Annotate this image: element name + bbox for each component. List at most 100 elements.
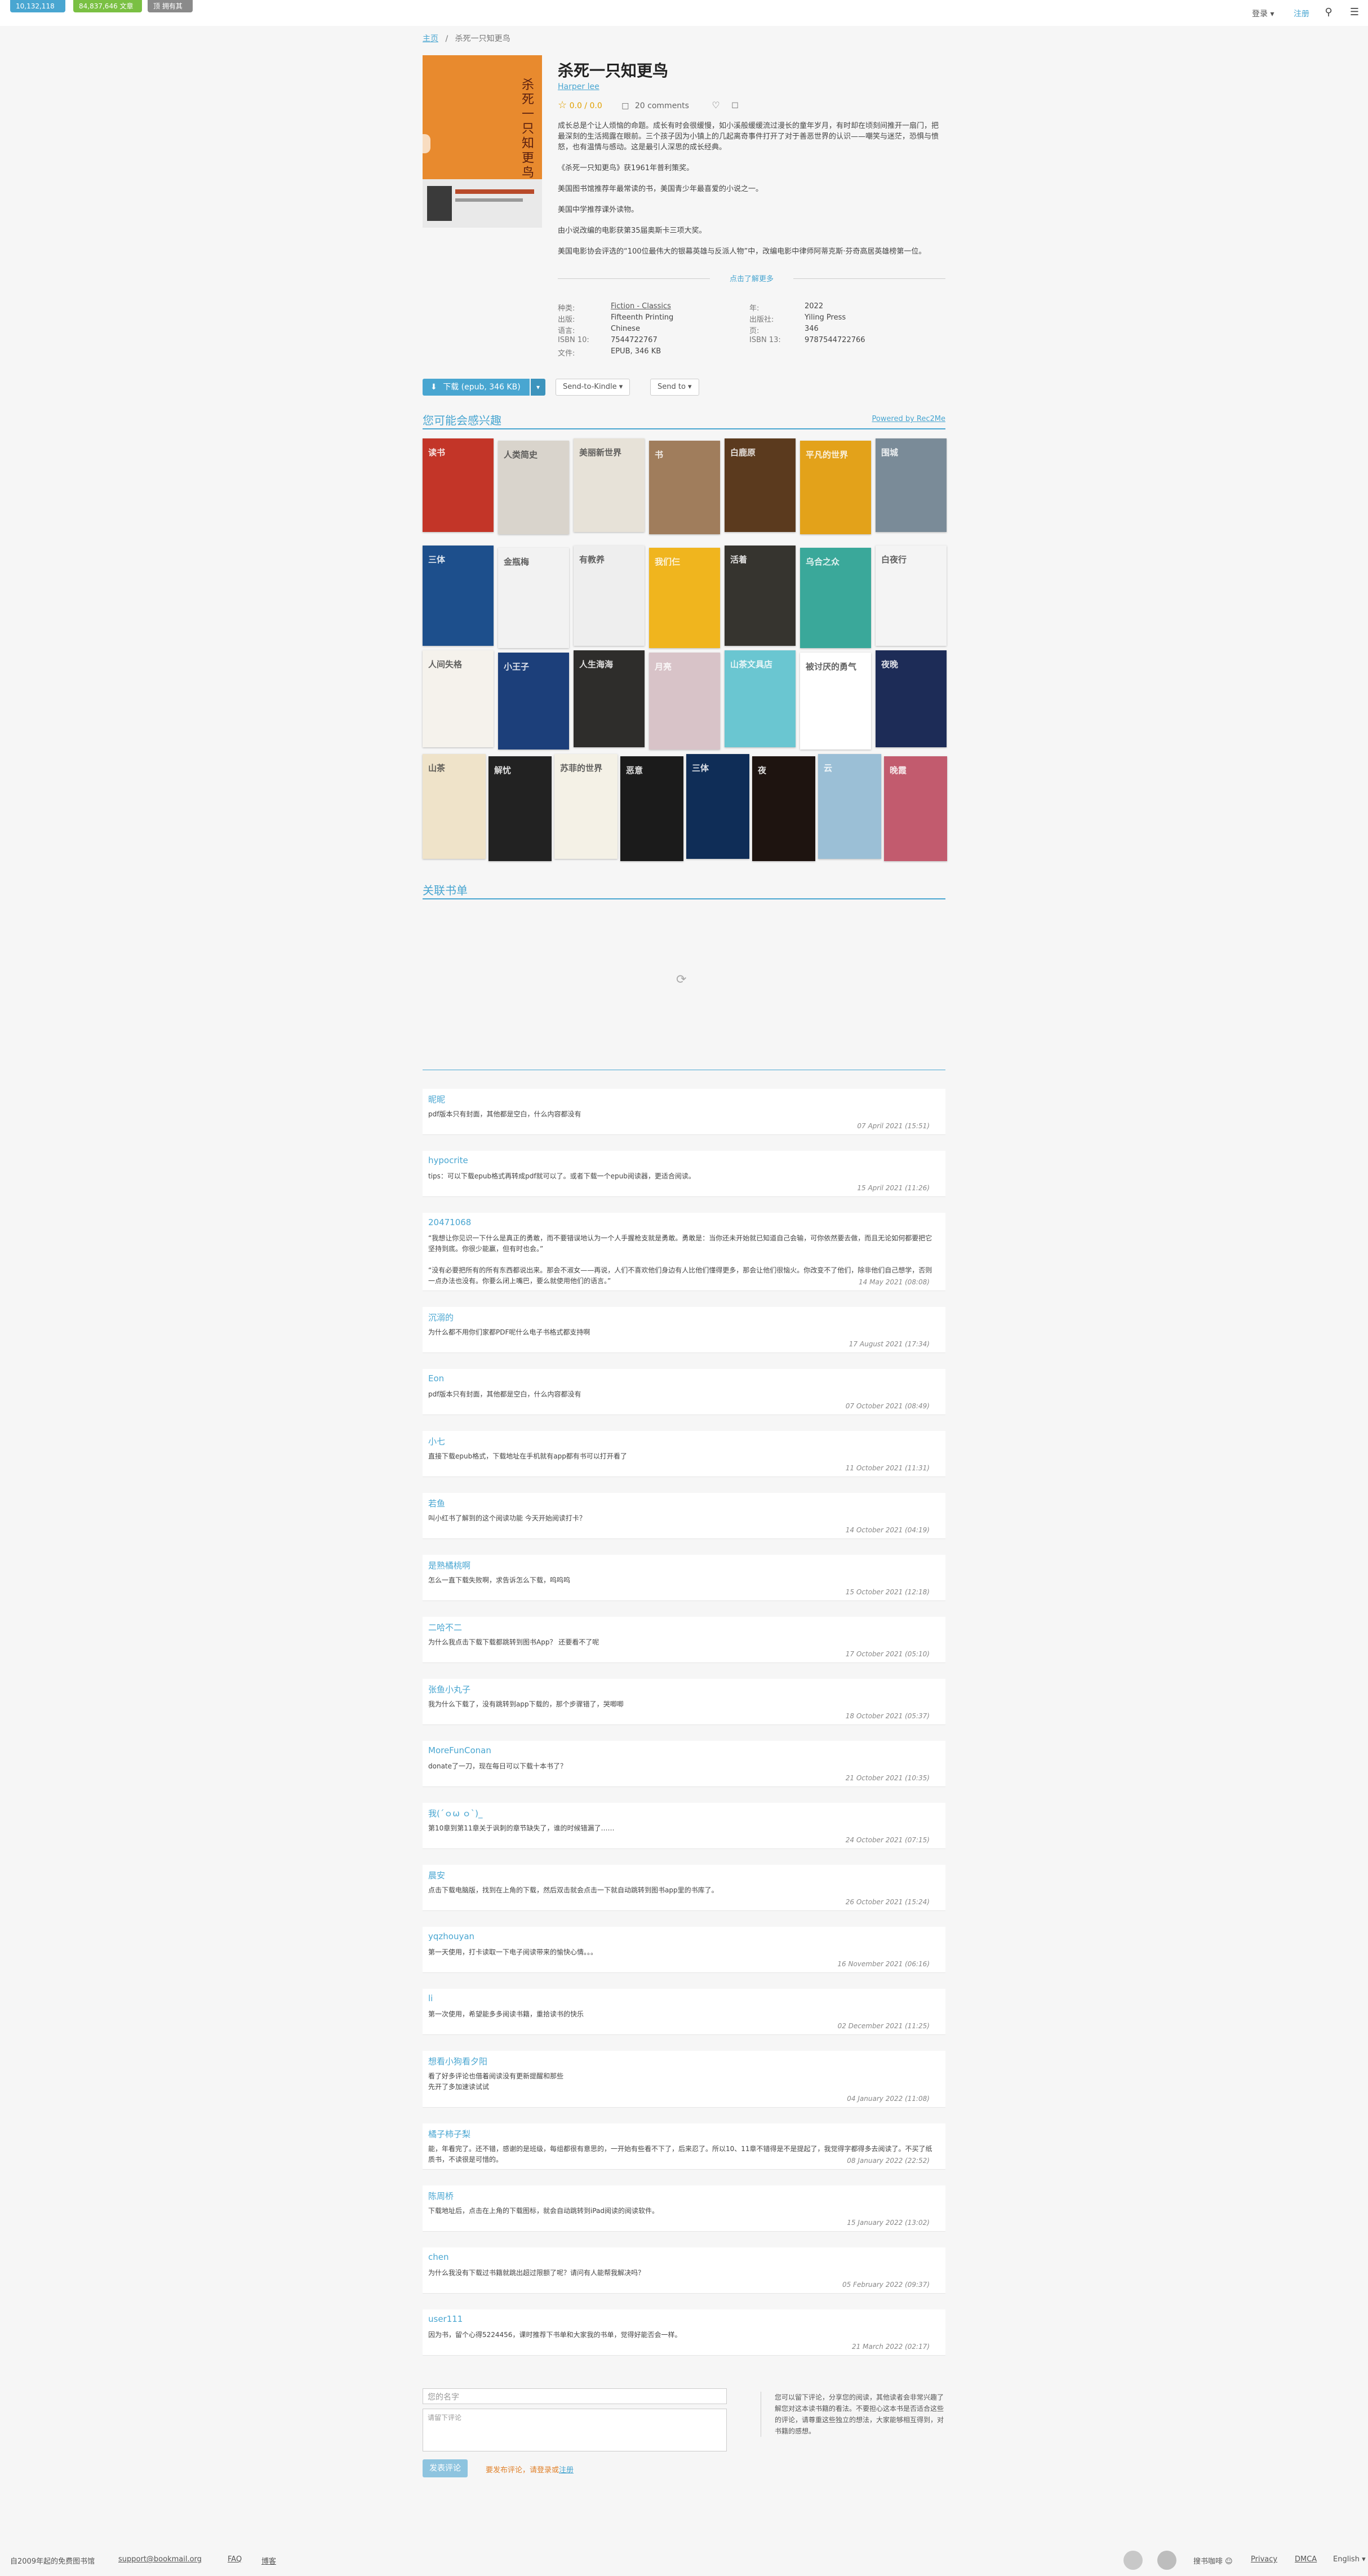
name-input[interactable]: 您的名字: [423, 2388, 727, 2404]
articles-count-badge[interactable]: 84,837,646 文章: [73, 0, 142, 12]
footer-faq-link[interactable]: FAQ: [228, 2555, 242, 2564]
recommended-book[interactable]: 恶意: [620, 756, 683, 861]
recommended-book[interactable]: 人间失格: [423, 650, 494, 747]
theme-toggle-icon[interactable]: [1157, 2551, 1176, 2570]
recommended-book[interactable]: 活着: [725, 546, 796, 646]
menu-icon[interactable]: ☰: [1349, 7, 1360, 18]
recommended-book[interactable]: 我们仨: [649, 548, 720, 648]
register-link[interactable]: 注册: [1294, 8, 1309, 19]
recommended-book[interactable]: 人生海海: [574, 650, 645, 747]
star-icon[interactable]: ☆: [558, 99, 567, 111]
comment-user-link[interactable]: 是熟橘桃啊: [428, 1559, 470, 1571]
recommended-book[interactable]: 月亮: [649, 653, 720, 750]
comment-user-link[interactable]: 想看小狗看夕阳: [428, 2055, 487, 2067]
recommended-book-title: 人类简史: [504, 450, 538, 460]
comment-user-link[interactable]: 二哈不二: [428, 1621, 462, 1633]
recommended-book[interactable]: 山茶文具店: [725, 650, 796, 747]
comment-user-link[interactable]: 若鱼: [428, 1497, 445, 1509]
comment-user-link[interactable]: user111: [428, 2314, 463, 2324]
recommended-book[interactable]: 三体: [423, 546, 494, 646]
prop-category-value[interactable]: Fiction - Classics: [611, 302, 671, 311]
recommended-book[interactable]: 被讨厌的勇气: [800, 653, 871, 750]
comment-textarea[interactable]: 请留下评论: [423, 2409, 727, 2451]
recommended-book[interactable]: 读书: [423, 438, 494, 532]
footer-dmca-link[interactable]: DMCA: [1295, 2555, 1317, 2564]
download-button[interactable]: ⬇ 下载 (epub, 346 KB): [423, 379, 530, 396]
booklists-title: 关联书单: [423, 884, 468, 897]
comment-user-link[interactable]: 20471068: [428, 1217, 471, 1227]
recommended-book[interactable]: 白夜行: [876, 546, 947, 646]
recommended-book[interactable]: 夜: [752, 756, 815, 861]
comment-user-link[interactable]: 晨安: [428, 1869, 445, 1881]
recommended-book[interactable]: 人类简史: [498, 441, 569, 534]
recommended-book[interactable]: 苏菲的世界: [554, 754, 618, 859]
github-icon[interactable]: [1123, 2551, 1143, 2570]
recommended-book[interactable]: 山茶: [423, 754, 486, 859]
recommended-book[interactable]: 云: [818, 754, 881, 859]
comment-user-link[interactable]: 张鱼小丸子: [428, 1683, 470, 1695]
recommended-book-title: 山茶: [428, 763, 446, 773]
books-count-badge[interactable]: 10,132,118 书: [10, 0, 65, 23]
recommended-book[interactable]: 平凡的世界: [800, 441, 871, 534]
cover-expand-tab[interactable]: [423, 134, 430, 153]
comment-user-link[interactable]: 小七: [428, 1435, 445, 1447]
recommended-book[interactable]: 书: [649, 441, 720, 534]
comment-text: 为什么我没有下载过书籍就跳出超过限额了呢？请问有人能帮我解决吗？: [428, 2269, 645, 2277]
recommended-book[interactable]: 夜晚: [876, 650, 947, 747]
recommended-book[interactable]: 有教养: [574, 546, 645, 646]
recommended-book[interactable]: 乌合之众: [800, 548, 871, 648]
recommended-book[interactable]: 小王子: [498, 653, 569, 750]
footer-privacy-link[interactable]: Privacy: [1251, 2555, 1277, 2564]
recommended-book[interactable]: 金瓶梅: [498, 548, 569, 648]
comments-count[interactable]: 20 comments: [635, 101, 689, 110]
heart-icon[interactable]: ♡: [712, 100, 719, 110]
powered-by-link[interactable]: Powered by Rec2Me: [872, 415, 945, 423]
extra-badge[interactable]: 顶 拥有其他: [148, 0, 193, 23]
recommended-book[interactable]: 解忧: [488, 756, 552, 861]
comment-user-link[interactable]: 我(´ｏω ｏ`)_: [428, 1807, 483, 1819]
comment-item: 小七 直接下载epub格式，下载地址在手机就有app都有书可以打开看了 11 Oct…: [423, 1431, 945, 1477]
comment-item: 橘子柿子梨 能，年看完了。还不错，感谢的是班级，每组都很有意思的，一开始有些看不下…: [423, 2123, 945, 2170]
comment-user-link[interactable]: chen: [428, 2252, 449, 2262]
recommended-book[interactable]: 白鹿原: [725, 438, 796, 532]
prop-file-label: 文件:: [558, 349, 575, 358]
recommended-book-title: 金瓶梅: [504, 557, 530, 567]
footer-blog-link[interactable]: 博客: [261, 2555, 276, 2566]
comment-item: 沉溺的 为什么都不用你们家都PDF呢什么电子书格式都支持啊 17 August 20…: [423, 1307, 945, 1353]
comment-user-link[interactable]: 橘子柿子梨: [428, 2128, 470, 2140]
recommended-book-title: 围城: [881, 447, 899, 458]
book-title: 杀死一只知更鸟: [558, 61, 669, 80]
rating-value: 0.0 / 0.0: [569, 101, 602, 110]
recommended-book[interactable]: 美丽新世界: [574, 438, 645, 532]
recommended-book-title: 人间失格: [428, 659, 463, 670]
comment-date: 02 December 2021 (11:25): [837, 2022, 930, 2030]
comment-user-link[interactable]: MoreFunConan: [428, 1745, 491, 1755]
footer-language-select[interactable]: English ▾: [1333, 2555, 1366, 2564]
footer-email-link[interactable]: support@bookmail.org: [118, 2555, 202, 2564]
prop-language-label: 语言:: [558, 327, 575, 335]
comment-user-link[interactable]: yqzhouyan: [428, 1931, 474, 1941]
recommended-book[interactable]: 围城: [876, 438, 947, 532]
download-dropdown-button[interactable]: ▾: [531, 379, 545, 396]
breadcrumb-separator: /: [445, 34, 448, 43]
comment-user-link[interactable]: 沉溺的: [428, 1311, 454, 1323]
comment-user-link[interactable]: 陈周桥: [428, 2190, 454, 2202]
send-to-button[interactable]: Send to ▾: [650, 379, 699, 396]
comment-user-link[interactable]: hypocrite: [428, 1155, 468, 1165]
book-cover[interactable]: 杀死一只知更鸟: [423, 55, 542, 228]
recommended-book[interactable]: 晚霞: [884, 756, 947, 861]
footer-extra[interactable]: 搜书咖啡 ☺: [1193, 2555, 1233, 2566]
description-paragraph: 美国电影协会评选的“100位最伟大的银幕英雄与反派人物”中，改编电影中律师阿蒂克…: [558, 247, 926, 256]
register-link[interactable]: 注册: [559, 2466, 574, 2475]
send-to-kindle-button[interactable]: Send-to-Kindle ▾: [556, 379, 630, 396]
breadcrumb-home[interactable]: 主页: [423, 34, 438, 43]
comment-user-link[interactable]: 昵昵: [428, 1093, 445, 1105]
bookmark-icon[interactable]: ☐: [731, 101, 739, 110]
comment-user-link[interactable]: li: [428, 1993, 433, 2003]
comment-user-link[interactable]: Eon: [428, 1373, 444, 1384]
login-link[interactable]: 登录 ▾: [1252, 8, 1274, 19]
recommended-book[interactable]: 三体: [686, 754, 749, 859]
author-link[interactable]: Harper lee: [558, 82, 599, 91]
search-icon[interactable]: ⚲: [1323, 7, 1334, 18]
send-comment-button[interactable]: 发表评论: [423, 2459, 468, 2477]
